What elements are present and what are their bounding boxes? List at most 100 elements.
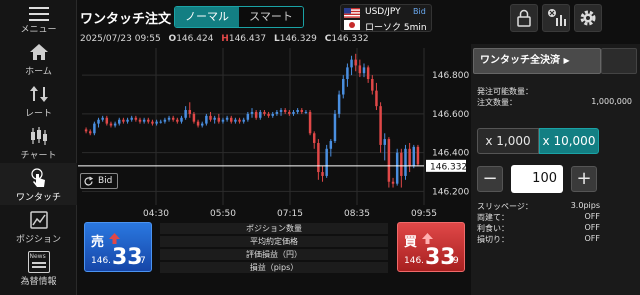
candle-body <box>200 123 204 126</box>
candle-body <box>304 111 308 113</box>
indicator-toggle-button[interactable] <box>542 4 570 32</box>
settings-button[interactable] <box>574 4 602 32</box>
both-value: OFF <box>584 212 601 221</box>
bid-toggle-button[interactable]: Bid <box>80 173 118 189</box>
candle-body <box>288 111 291 114</box>
candle-body <box>225 117 229 120</box>
us-flag-icon <box>344 8 360 18</box>
candle-body <box>325 148 328 176</box>
mode-smart-button[interactable]: スマート <box>239 7 303 27</box>
candle-body <box>130 117 133 120</box>
menu-button[interactable]: メニュー <box>0 2 77 36</box>
x-tick-label: 04:30 <box>143 209 169 219</box>
news-icon: News <box>27 251 50 273</box>
order-panel: ワンタッチ全決済 ▶ 発注可能数量： 注文数量： 1,000,000 x 1,0… <box>471 44 640 295</box>
ohlc-high-key: H <box>221 34 229 44</box>
sidebar-item-label: ポジション <box>15 235 61 245</box>
candle-body <box>209 115 212 120</box>
candle-body <box>238 119 241 122</box>
candle-body <box>246 113 250 120</box>
current-price-label: 146.332 <box>430 162 467 172</box>
order-qty-value: 1,000,000 <box>591 97 632 106</box>
lock-button[interactable] <box>510 4 538 32</box>
qty-input[interactable]: 100 <box>511 165 563 193</box>
candle-body <box>250 111 254 114</box>
mode-normal-button[interactable]: ノーマル <box>175 7 239 27</box>
candle-body <box>134 117 138 120</box>
qty-plus-button[interactable]: + <box>571 166 597 192</box>
ohlc-high: 146.437 <box>228 34 267 44</box>
take-profit-label: 利食い： <box>477 224 509 233</box>
candle-body <box>147 119 150 122</box>
x-tick-label: 09:55 <box>411 209 437 219</box>
candle-body <box>88 131 92 134</box>
sidebar-item-onetouch[interactable]: ワンタッチ <box>0 163 77 205</box>
bid-label: Bid <box>98 176 113 186</box>
candle-body <box>188 110 192 114</box>
candle-body <box>184 110 187 118</box>
candle-body <box>93 123 96 134</box>
buy-button[interactable]: 買 146. 33 9 <box>397 222 465 272</box>
sell-label: 売 <box>91 235 105 250</box>
sidebar-item-label: ワンタッチ <box>15 193 61 203</box>
candle-body <box>109 123 113 126</box>
y-tick-label: 146.200 <box>432 187 469 197</box>
y-tick-label: 146.800 <box>432 71 469 81</box>
candle-type-label: ローソク 5min <box>365 23 427 33</box>
candle-body <box>275 111 279 114</box>
candle-body <box>105 117 109 124</box>
home-icon <box>29 44 48 60</box>
candle-body <box>101 117 104 120</box>
candle-body <box>312 133 316 143</box>
price-side-label: Bid <box>413 7 426 16</box>
pair-label: USD/JPY <box>365 7 401 17</box>
mode-toggle: ノーマル スマート <box>174 6 304 28</box>
sidebar-item-home[interactable]: ホーム <box>0 37 77 79</box>
candle-body <box>263 111 266 114</box>
candle-body <box>230 117 233 122</box>
ohlc-open: 146.424 <box>176 34 214 44</box>
candle-body <box>221 119 225 122</box>
candle-body <box>412 146 416 167</box>
buy-price-small: 146. <box>404 256 425 266</box>
candle-body <box>395 152 399 184</box>
touch-icon <box>30 168 45 187</box>
candle-body <box>371 79 374 91</box>
sidebar-item-news[interactable]: News 為替情報 <box>0 247 77 289</box>
candle-body <box>213 117 216 120</box>
rate-icon <box>29 86 48 102</box>
candle-body <box>329 141 333 149</box>
lot-10000-button[interactable]: x 10,000 <box>539 128 599 154</box>
candle-body <box>383 139 386 145</box>
both-label: 両建て： <box>477 213 509 222</box>
candle-body <box>176 119 179 122</box>
x-tick-label: 05:50 <box>210 209 236 219</box>
close-all-handle[interactable] <box>601 48 637 74</box>
buy-label: 買 <box>404 235 418 250</box>
buy-price-tail: 9 <box>453 256 459 266</box>
currency-pair-selector[interactable]: USD/JPY Bid ローソク 5min <box>340 4 432 33</box>
candle-body <box>196 121 200 126</box>
candle-body <box>354 59 357 66</box>
sidebar-item-rate[interactable]: レート <box>0 79 77 121</box>
hamburger-icon <box>28 7 49 21</box>
lock-icon <box>517 9 531 27</box>
lot-1000-button[interactable]: x 1,000 <box>477 128 539 154</box>
price-chart[interactable]: 146.800 146.600 146.400 146.200 04:30 05:50 07… <box>78 45 470 220</box>
sidebar-item-position[interactable]: ポジション <box>0 205 77 247</box>
candle-body <box>317 142 320 173</box>
slippage-label: スリッページ： <box>477 202 533 211</box>
candlestick-icon <box>30 127 47 145</box>
y-tick-label: 146.400 <box>432 149 469 159</box>
y-tick-label: 146.600 <box>432 110 469 120</box>
sidebar-item-chart[interactable]: チャート <box>0 121 77 163</box>
stop-loss-value: OFF <box>584 234 601 243</box>
candle-body <box>205 115 208 124</box>
qty-minus-button[interactable]: − <box>477 166 503 192</box>
refresh-icon <box>84 176 94 186</box>
news-badge: News <box>29 253 46 260</box>
close-all-button[interactable]: ワンタッチ全決済 ▶ <box>473 48 601 74</box>
candle-body <box>387 139 391 182</box>
sell-button[interactable]: 売 146. 33 7 <box>84 222 152 272</box>
order-qty-label: 注文数量： <box>477 98 517 107</box>
